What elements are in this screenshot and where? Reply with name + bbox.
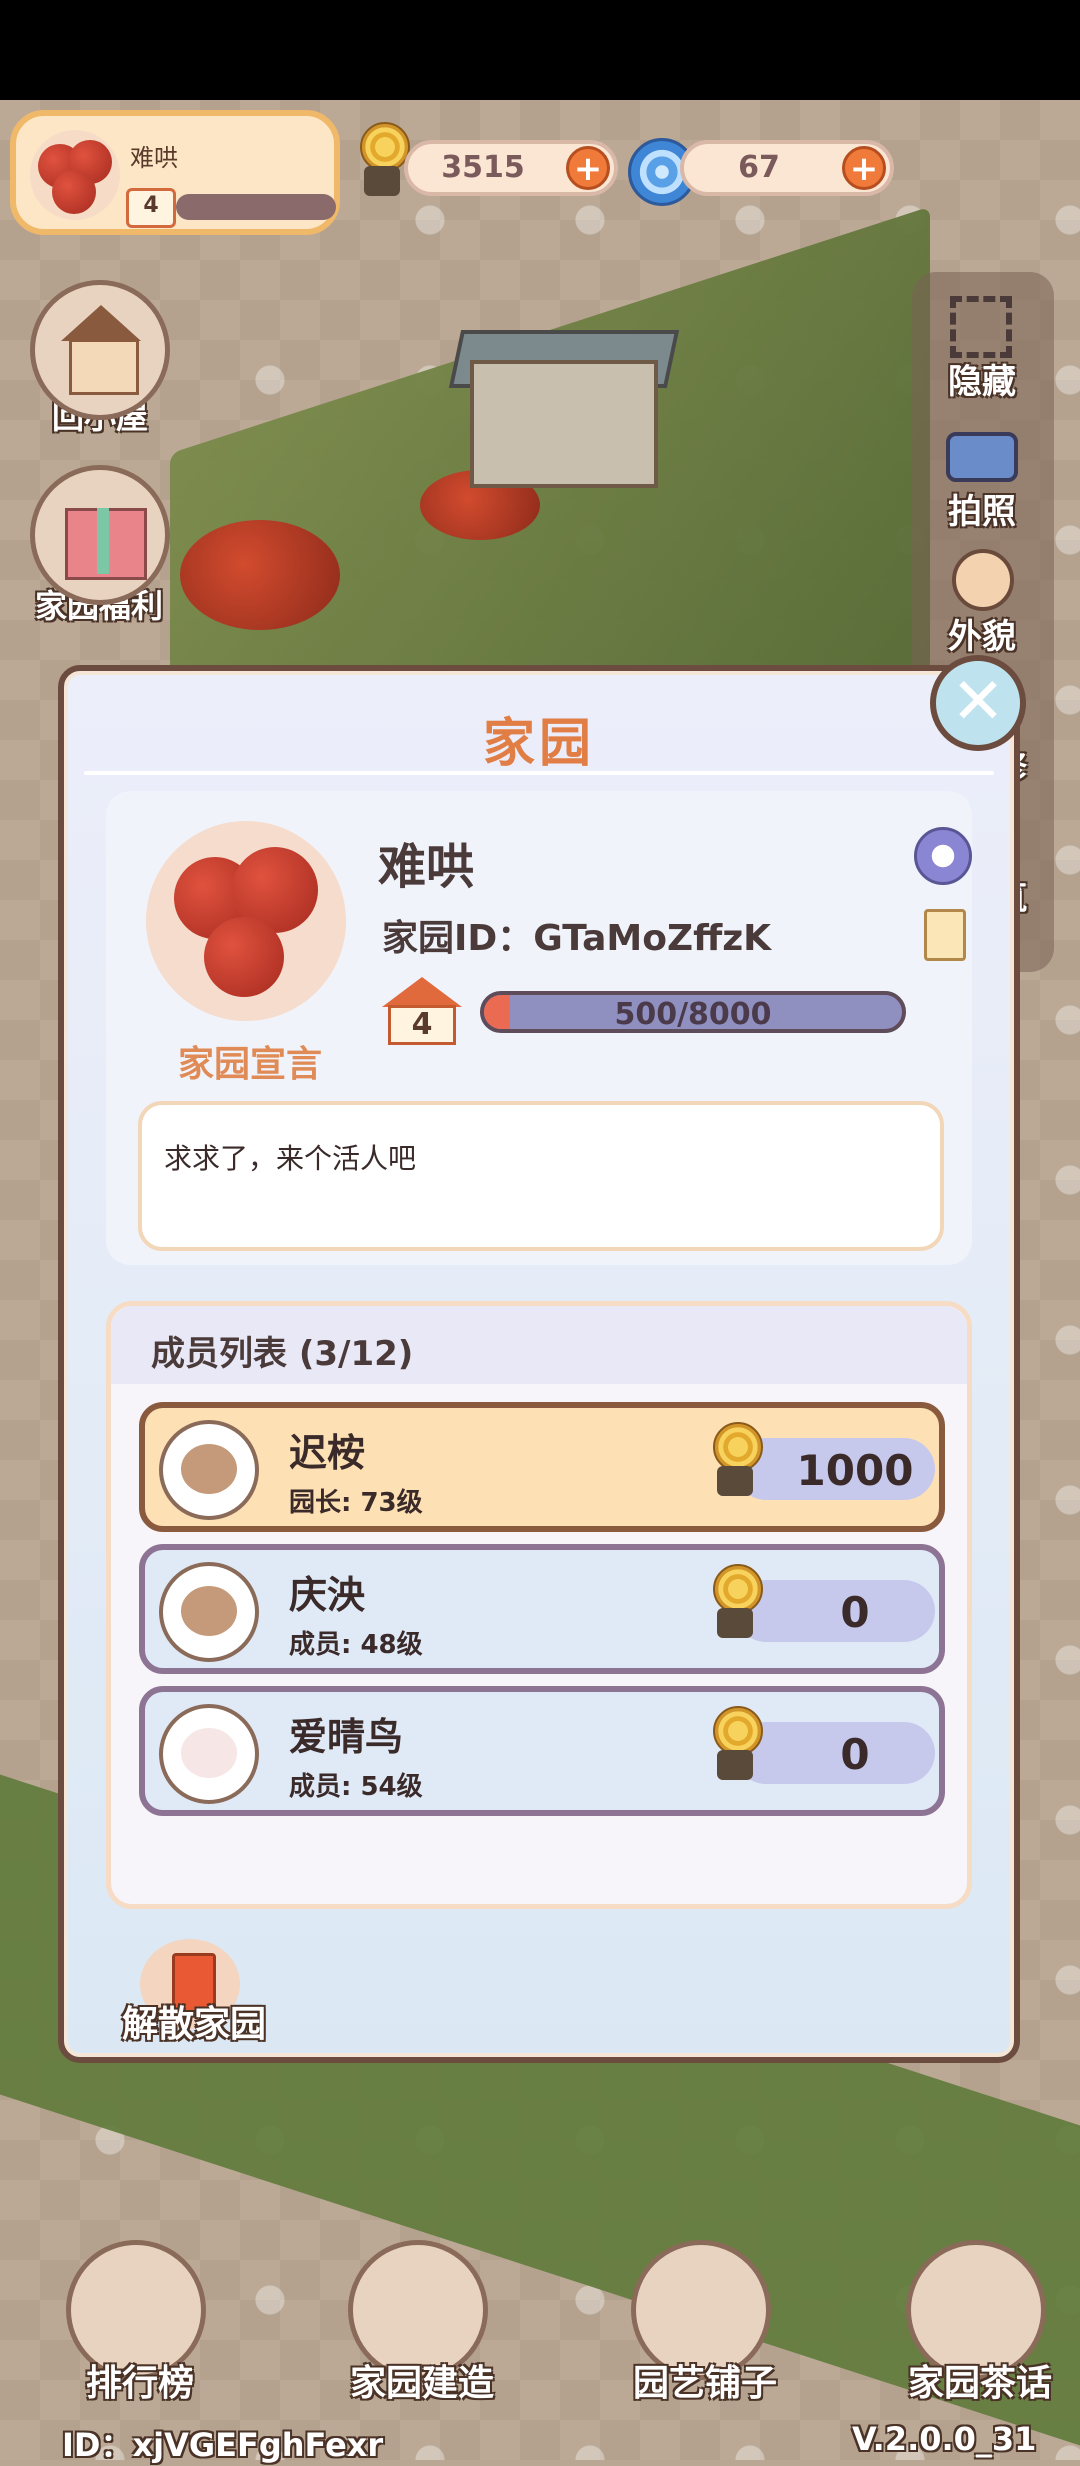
player-name: 难哄	[130, 144, 178, 172]
leaderboard-label: 排行榜	[85, 2363, 194, 2404]
add-snail-coins-button[interactable]: +	[566, 146, 610, 190]
member-score-pill: 1000	[735, 1438, 935, 1500]
member-avatar	[159, 1562, 259, 1662]
frame-icon	[950, 296, 1012, 358]
member-avatar	[159, 1420, 259, 1520]
garden-xp-text: 500/8000	[614, 997, 772, 1032]
camera-icon	[946, 432, 1018, 482]
member-name: 爱晴鸟	[289, 1715, 404, 1759]
snail-coin-value: 3515	[441, 150, 525, 185]
spiral-gem-value: 67	[738, 150, 780, 185]
garden-avatar[interactable]	[146, 821, 346, 1021]
member-score: 0	[840, 1730, 870, 1779]
close-dialog-button[interactable]: ✕	[930, 655, 1026, 751]
spiral-gem-counter: 67 +	[680, 140, 894, 196]
garden-welfare-button[interactable]: 家园福利	[30, 465, 170, 627]
garden-level-value: 4	[388, 1005, 456, 1045]
gift-icon	[30, 465, 170, 605]
member-role: 成员: 48级	[289, 1630, 423, 1660]
close-icon: ✕	[951, 665, 1005, 739]
member-avatar	[159, 1704, 259, 1804]
hide-ui-button[interactable]: 隐藏	[922, 290, 1042, 410]
disband-garden-label: 解散家园	[121, 2004, 266, 2045]
member-list-card: 成员列表 (3/12) 迟桉 园长: 73级 1000 庆泱 成员: 48级 0…	[106, 1301, 972, 1909]
garden-house	[470, 360, 658, 488]
photo-label: 拍照	[948, 492, 1016, 532]
hide-ui-label: 隐藏	[948, 362, 1016, 402]
snail-coin-icon	[352, 122, 412, 202]
member-row[interactable]: 庆泱 成员: 48级 0	[139, 1544, 945, 1674]
garden-xp-bar: 500/8000	[480, 991, 906, 1033]
member-score: 0	[840, 1588, 870, 1637]
player-avatar[interactable]	[30, 130, 120, 220]
maple-tree	[180, 520, 340, 630]
dialog-title: 家园	[482, 714, 595, 774]
snail-coin-counter: 3515 +	[404, 140, 618, 196]
declaration-box[interactable]: 求求了，来个活人吧	[138, 1101, 944, 1251]
garden-info-dialog: 家园 家园宣言 难哄 家园ID：GTaMoZffzK 4 500/8000 求求…	[58, 665, 1020, 2063]
appearance-button[interactable]: 外貌	[922, 545, 1042, 665]
garden-level-badge: 4	[382, 977, 462, 1047]
member-score-pill: 0	[735, 1580, 935, 1642]
declaration-text: 求求了，来个活人吧	[164, 1142, 417, 1175]
photo-button[interactable]: 拍照	[922, 420, 1042, 540]
go-home-button[interactable]: 回小屋	[30, 280, 170, 438]
member-row[interactable]: 爱晴鸟 成员: 54级 0	[139, 1686, 945, 1816]
member-list-title: 成员列表 (3/12)	[151, 1334, 414, 1374]
member-name: 庆泱	[289, 1573, 366, 1617]
declaration-label: 家园宣言	[177, 1044, 322, 1085]
house-icon	[30, 280, 170, 420]
garden-id: 家园ID：GTaMoZffzK	[382, 918, 772, 959]
user-id-text: ID：xjVGEFghFexr	[62, 2426, 384, 2464]
player-level-badge: 4	[126, 188, 176, 228]
garden-shop-label: 园艺铺子	[632, 2363, 777, 2404]
member-row[interactable]: 迟桉 园长: 73级 1000	[139, 1402, 945, 1532]
copy-icon[interactable]	[924, 909, 966, 961]
member-role: 成员: 54级	[289, 1772, 423, 1802]
player-exp-bar	[176, 194, 336, 220]
add-spiral-gems-button[interactable]: +	[842, 146, 886, 190]
status-bar	[0, 0, 1080, 100]
title-divider	[84, 771, 994, 775]
garden-owner-name: 难哄	[378, 839, 475, 895]
character-face-icon	[952, 549, 1014, 611]
appearance-label: 外貌	[948, 617, 1016, 657]
snail-coin-icon	[705, 1564, 765, 1644]
snail-coin-icon	[705, 1422, 765, 1502]
member-score-pill: 0	[735, 1722, 935, 1784]
garden-info-card: 家园宣言 难哄 家园ID：GTaMoZffzK 4 500/8000 求求了，来…	[106, 791, 972, 1265]
garden-chat-label: 家园茶话	[907, 2363, 1052, 2404]
member-list-header: 成员列表 (3/12)	[111, 1306, 967, 1384]
garden-build-label: 家园建造	[349, 2363, 494, 2404]
member-role: 园长: 73级	[289, 1488, 423, 1518]
snail-coin-icon	[705, 1706, 765, 1786]
member-score: 1000	[796, 1446, 914, 1495]
version-text: V.2.0.0_31	[852, 2420, 1037, 2458]
gear-icon[interactable]	[914, 827, 972, 885]
player-profile[interactable]: 难哄 4	[10, 110, 340, 235]
member-name: 迟桉	[289, 1431, 366, 1475]
